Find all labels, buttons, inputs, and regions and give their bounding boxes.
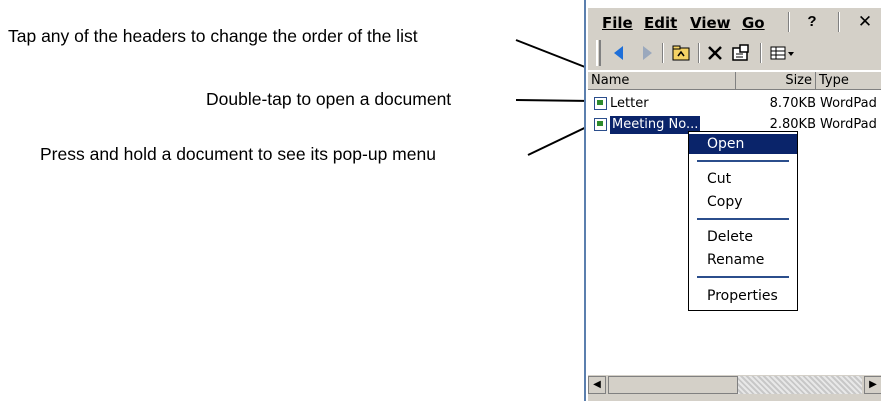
scroll-thumb[interactable] — [608, 376, 738, 394]
menu-item-cut[interactable]: Cut — [689, 169, 797, 189]
help-button[interactable]: ? — [798, 11, 826, 33]
toolbar-separator — [760, 43, 762, 63]
item-name: Meeting No... — [610, 116, 701, 134]
menu-separator — [697, 276, 789, 278]
item-name: Letter — [610, 96, 649, 111]
toolbar-separator — [662, 43, 664, 63]
delete-icon[interactable] — [704, 42, 726, 64]
toolbar-grip — [596, 40, 601, 66]
item-size: 8.70KB — [769, 96, 816, 111]
menu-item-open[interactable]: Open — [689, 134, 797, 154]
header-name[interactable]: Name — [588, 72, 736, 90]
menu-separator — [697, 160, 789, 162]
header-size[interactable]: Size — [736, 72, 816, 90]
menu-item-copy[interactable]: Copy — [689, 192, 797, 212]
item-type: WordPad — [820, 96, 877, 111]
toolbar — [588, 36, 881, 70]
menu-item-rename[interactable]: Rename — [689, 250, 797, 270]
toolbar-separator — [698, 43, 700, 63]
menu-go[interactable]: Go — [742, 14, 765, 32]
menu-file[interactable]: File — [602, 14, 633, 32]
menu-item-delete[interactable]: Delete — [689, 227, 797, 247]
close-button[interactable]: ✕ — [852, 11, 878, 33]
list-item[interactable]: Letter 8.70KB WordPad — [588, 95, 881, 113]
scroll-track[interactable] — [738, 376, 862, 394]
horizontal-scrollbar[interactable]: ◀ ▶ — [588, 375, 881, 395]
scroll-right-icon[interactable]: ▶ — [864, 376, 881, 394]
document-icon — [594, 118, 607, 131]
menu-separator — [838, 12, 840, 32]
header-type[interactable]: Type — [816, 72, 881, 90]
taskbar — [588, 395, 881, 401]
menu-separator — [788, 12, 790, 32]
scroll-left-icon[interactable]: ◀ — [588, 376, 606, 394]
up-folder-icon[interactable] — [670, 42, 692, 64]
menu-separator — [697, 218, 789, 220]
leader-line-double-tap — [515, 99, 593, 102]
context-menu: Open Cut Copy Delete Rename Properties — [688, 131, 798, 311]
forward-arrow-icon[interactable] — [636, 42, 656, 64]
menu-edit[interactable]: Edit — [644, 14, 677, 32]
menu-item-properties[interactable]: Properties — [689, 286, 797, 306]
item-type: WordPad — [820, 117, 877, 132]
properties-icon[interactable] — [730, 42, 752, 64]
back-arrow-icon[interactable] — [610, 42, 630, 64]
list-headers: Name Size Type — [588, 72, 881, 90]
menu-view[interactable]: View — [690, 14, 731, 32]
document-icon — [594, 97, 607, 110]
menu-bar: File Edit View Go ? ✕ — [588, 8, 881, 36]
view-menu-icon[interactable] — [768, 42, 798, 64]
